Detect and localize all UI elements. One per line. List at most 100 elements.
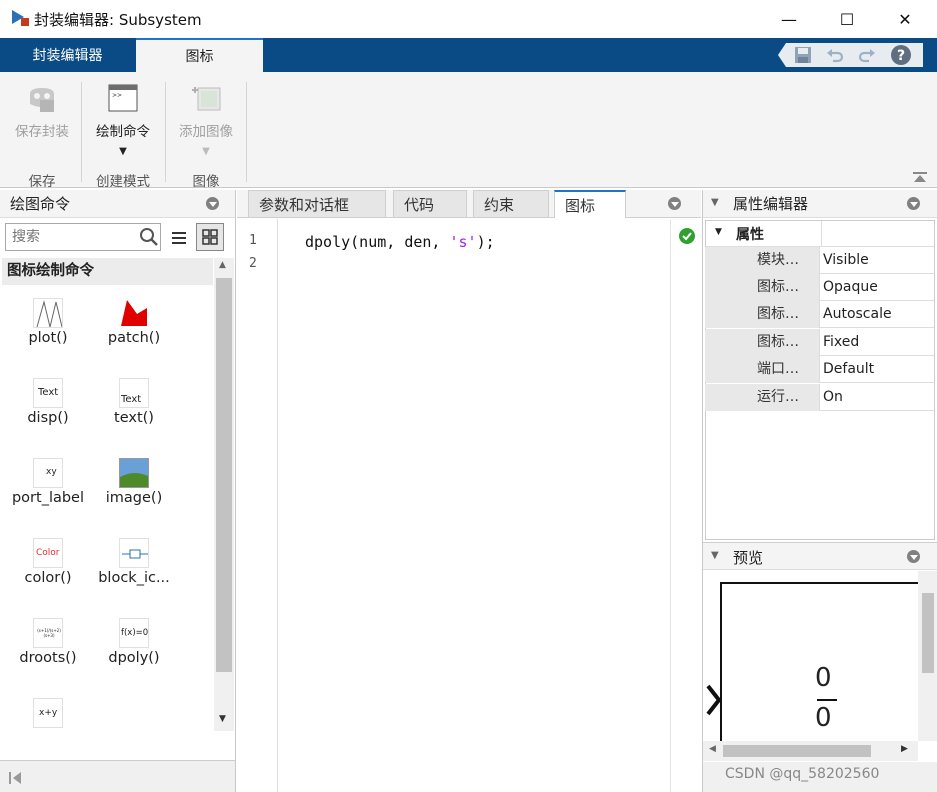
maximize-button[interactable]: ☐ [818,0,876,38]
vertical-scrollbar[interactable]: ▲ ▼ [214,258,234,731]
command-label: dpoly() [108,650,160,666]
search-field[interactable] [5,223,161,251]
save-mask-button[interactable]: 保存封装 [2,78,82,158]
property-editor-title: 属性编辑器 [733,195,809,213]
property-value[interactable]: Opaque [823,274,878,300]
scrollbar-thumb[interactable] [723,745,871,757]
preview-header: ▼ 预览 [703,542,937,570]
denominator: 0 [815,703,832,733]
redo-icon[interactable] [858,46,876,64]
line-gutter: 1 2 [237,219,278,792]
fcn-icon: x+y [33,698,63,728]
check-ok-icon[interactable] [678,227,696,245]
code-string: 's' [449,233,477,251]
command-patch[interactable]: patch() [86,288,182,368]
scrollbar-thumb[interactable] [922,593,934,673]
add-image-button[interactable]: 添加图像 ▼ [166,78,246,158]
property-value[interactable]: Fixed [823,329,859,355]
property-row[interactable]: 图标… Autoscale [705,301,935,328]
preview-vertical-scrollbar[interactable] [918,571,937,741]
close-button[interactable]: ✕ [876,0,934,38]
scroll-left-icon[interactable]: ◀ [709,744,716,754]
image-icon [119,458,149,488]
command-dpoly[interactable]: f(x)=0 dpoly() [86,608,182,688]
collapse-icon[interactable]: ▼ [711,197,719,208]
property-value[interactable]: Autoscale [823,301,892,327]
editor-menu-icon[interactable] [668,197,681,210]
search-input[interactable] [6,224,136,250]
command-block-icon[interactable]: block_ic... [86,528,182,608]
list-view-icon[interactable] [170,229,188,247]
command-label: disp() [27,410,69,426]
group-create-mode-label: 创建模式 [96,174,150,190]
save-icon[interactable] [794,46,812,64]
property-value[interactable]: On [823,384,843,410]
save-mask-icon [30,88,54,112]
panel-menu-icon[interactable] [206,197,219,210]
scroll-up-icon[interactable]: ▲ [219,260,226,270]
panel-menu-icon[interactable] [907,550,920,563]
draw-commands-panel: 绘图命令 图标绘制命令 ▲ ▼ plot() patch() Text disp… [0,190,236,792]
save-mask-label: 保存封装 [15,124,69,140]
command-label: text() [114,410,154,426]
command-image[interactable]: image() [86,448,182,528]
property-value[interactable]: Default [823,356,874,382]
command-disp[interactable]: Text disp() [0,368,96,448]
scroll-down-icon[interactable]: ▼ [219,714,226,724]
code-text: dpoly(num, den, [305,233,450,251]
search-icon[interactable] [139,227,159,247]
draw-command-button[interactable]: >> 绘制命令 ▼ [83,78,163,158]
tab-constraints[interactable]: 约束 [473,190,549,218]
scroll-right-icon[interactable]: ▶ [901,744,908,754]
tab-params-dialog[interactable]: 参数和对话框 [248,190,386,218]
section-header: 图标绘制命令 [2,258,213,285]
undo-icon[interactable] [826,46,844,64]
property-row[interactable]: 运行… On [705,384,935,411]
minimize-button[interactable]: — [760,0,818,38]
property-row[interactable]: 图标… Fixed [705,329,935,356]
command-label: port_label [11,490,85,506]
command-fcn[interactable]: x+y [0,688,96,730]
code-editor-area: 参数和对话框 代码 约束 图标 1 2 dpoly(num, den, 's')… [237,190,701,792]
grid-view-button[interactable] [196,223,224,251]
svg-text:?: ? [897,48,905,64]
tab-icon-code[interactable]: 图标 [554,190,626,218]
group-image-label: 图像 [192,174,220,190]
dropdown-arrow-icon[interactable]: ▼ [202,146,210,157]
tab-icon[interactable]: 图标 [136,38,263,72]
tab-mask-editor[interactable]: 封装编辑器 [10,38,125,72]
property-row[interactable]: 模块… Visible [705,247,935,274]
property-value[interactable]: Visible [823,247,869,273]
property-row[interactable]: 端口… Default [705,356,935,383]
plot-icon [33,298,63,328]
help-icon[interactable]: ? [890,44,912,66]
port-label-icon: xy [33,458,63,488]
preview-title: 预览 [733,549,764,567]
property-row[interactable]: 图标… Opaque [705,274,935,301]
first-page-icon[interactable] [8,771,22,785]
command-plot[interactable]: plot() [0,288,96,368]
code-line[interactable]: dpoly(num, den, 's'); [305,233,495,251]
section-collapse-icon[interactable]: ▼ [715,227,722,237]
command-droots[interactable]: (s+1)/(s+2)(s+3) droots() [0,608,96,688]
fraction-bar [817,699,837,701]
status-area: CSDN @qq_58202560 [703,762,937,792]
right-panels: ▼ 属性编辑器 ▼ 属性 模块… Visible 图标… Opaque 图标… Aut… [702,190,937,792]
numerator: 0 [815,663,832,693]
panel-menu-icon[interactable] [907,197,920,210]
input-port-icon [706,684,722,716]
command-label: color() [24,570,72,586]
property-section-label: 属性 [736,227,764,243]
patch-icon [119,298,149,328]
property-key: 模块… [705,247,820,274]
collapse-icon[interactable]: ▼ [711,550,719,561]
collapse-ribbon-icon[interactable] [912,170,928,186]
command-color[interactable]: Color color() [0,528,96,608]
dropdown-arrow-icon[interactable]: ▼ [119,146,127,157]
command-port-label[interactable]: xy port_label [0,448,96,528]
scrollbar-thumb[interactable] [216,278,232,672]
tab-code[interactable]: 代码 [393,190,467,218]
property-key: 图标… [705,329,820,356]
command-text[interactable]: Text text() [86,368,182,448]
preview-horizontal-scrollbar[interactable]: ◀ ▶ [703,741,918,761]
